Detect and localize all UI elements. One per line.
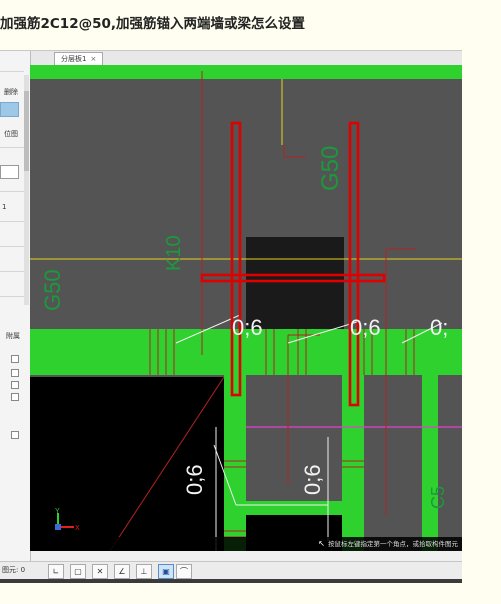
cursor-icon: ↖: [318, 539, 325, 548]
app-window: 分层板1 × 删除 位图 1 附属 0;6 0;6 0; 0;6 0;6 K10…: [0, 50, 462, 583]
tab-bar: 分层板1 ×: [30, 51, 462, 66]
checkbox[interactable]: [11, 393, 19, 401]
divider: [0, 147, 24, 148]
close-icon[interactable]: ×: [90, 55, 96, 63]
component-label: C5: [428, 486, 448, 509]
dim-label: 0;6: [300, 464, 325, 495]
divider: [0, 191, 24, 192]
dim-label: 0;: [430, 315, 448, 340]
bitmap-label[interactable]: 位图: [4, 129, 18, 139]
dim-label: 0;6: [350, 315, 381, 340]
ucs-axis-icon: Y X: [52, 507, 82, 533]
component-label: G50: [317, 146, 344, 191]
cad-drawing: 0;6 0;6 0; 0;6 0;6 K10 G50 G50 C5: [30, 65, 462, 551]
rect-select-icon[interactable]: ▢: [70, 564, 86, 579]
command-hint: 按鼠标左键指定第一个角点，或拾取构件图元: [328, 540, 458, 548]
axis-x-label: X: [75, 525, 80, 532]
component-label: K10: [163, 235, 185, 271]
dim-label: 0;6: [232, 315, 263, 340]
checkbox[interactable]: [11, 369, 19, 377]
tab-layer-board[interactable]: 分层板1 ×: [54, 52, 104, 65]
tab-label: 分层板1: [61, 55, 87, 63]
window-edge: [0, 579, 462, 583]
axis-y-label: Y: [55, 508, 60, 515]
property-panel: 删除 位图 1 附属: [0, 51, 31, 563]
arc-icon[interactable]: ⌒: [176, 564, 192, 579]
angle-icon[interactable]: ∠: [114, 564, 130, 579]
divider: [0, 71, 24, 72]
value-label: 1: [2, 203, 7, 211]
delete-label[interactable]: 删除: [4, 87, 18, 97]
selected-row[interactable]: [0, 102, 19, 117]
status-toolbar: 图元: 0 ∟ ▢ ✕ ∠ ⊥ ▣ ⌒: [0, 561, 462, 580]
dim-label: 0;6: [182, 464, 207, 495]
checkbox[interactable]: [11, 355, 19, 363]
attach-label: 附属: [6, 332, 20, 340]
ortho-icon[interactable]: ∟: [48, 564, 64, 579]
element-count: 图元: 0: [2, 566, 26, 574]
question-title: 加强筋2C12@50,加强筋锚入两端墙或梁怎么设置: [0, 16, 306, 32]
cad-drawing-viewport[interactable]: 0;6 0;6 0; 0;6 0;6 K10 G50 G50 C5: [30, 65, 462, 551]
checkbox[interactable]: [11, 431, 19, 439]
property-field[interactable]: [0, 165, 19, 179]
scrollbar-thumb[interactable]: [24, 91, 29, 171]
snap-icon[interactable]: ⊥: [136, 564, 152, 579]
divider: [0, 271, 24, 272]
checkbox[interactable]: [11, 381, 19, 389]
divider: [0, 221, 24, 222]
command-hint-bar: ↖ 按鼠标左键指定第一个角点，或拾取构件图元: [30, 537, 462, 551]
divider: [0, 246, 24, 247]
grid-icon[interactable]: ▣: [158, 564, 174, 579]
cross-icon[interactable]: ✕: [92, 564, 108, 579]
divider: [0, 296, 24, 297]
component-label: G50: [40, 269, 65, 311]
